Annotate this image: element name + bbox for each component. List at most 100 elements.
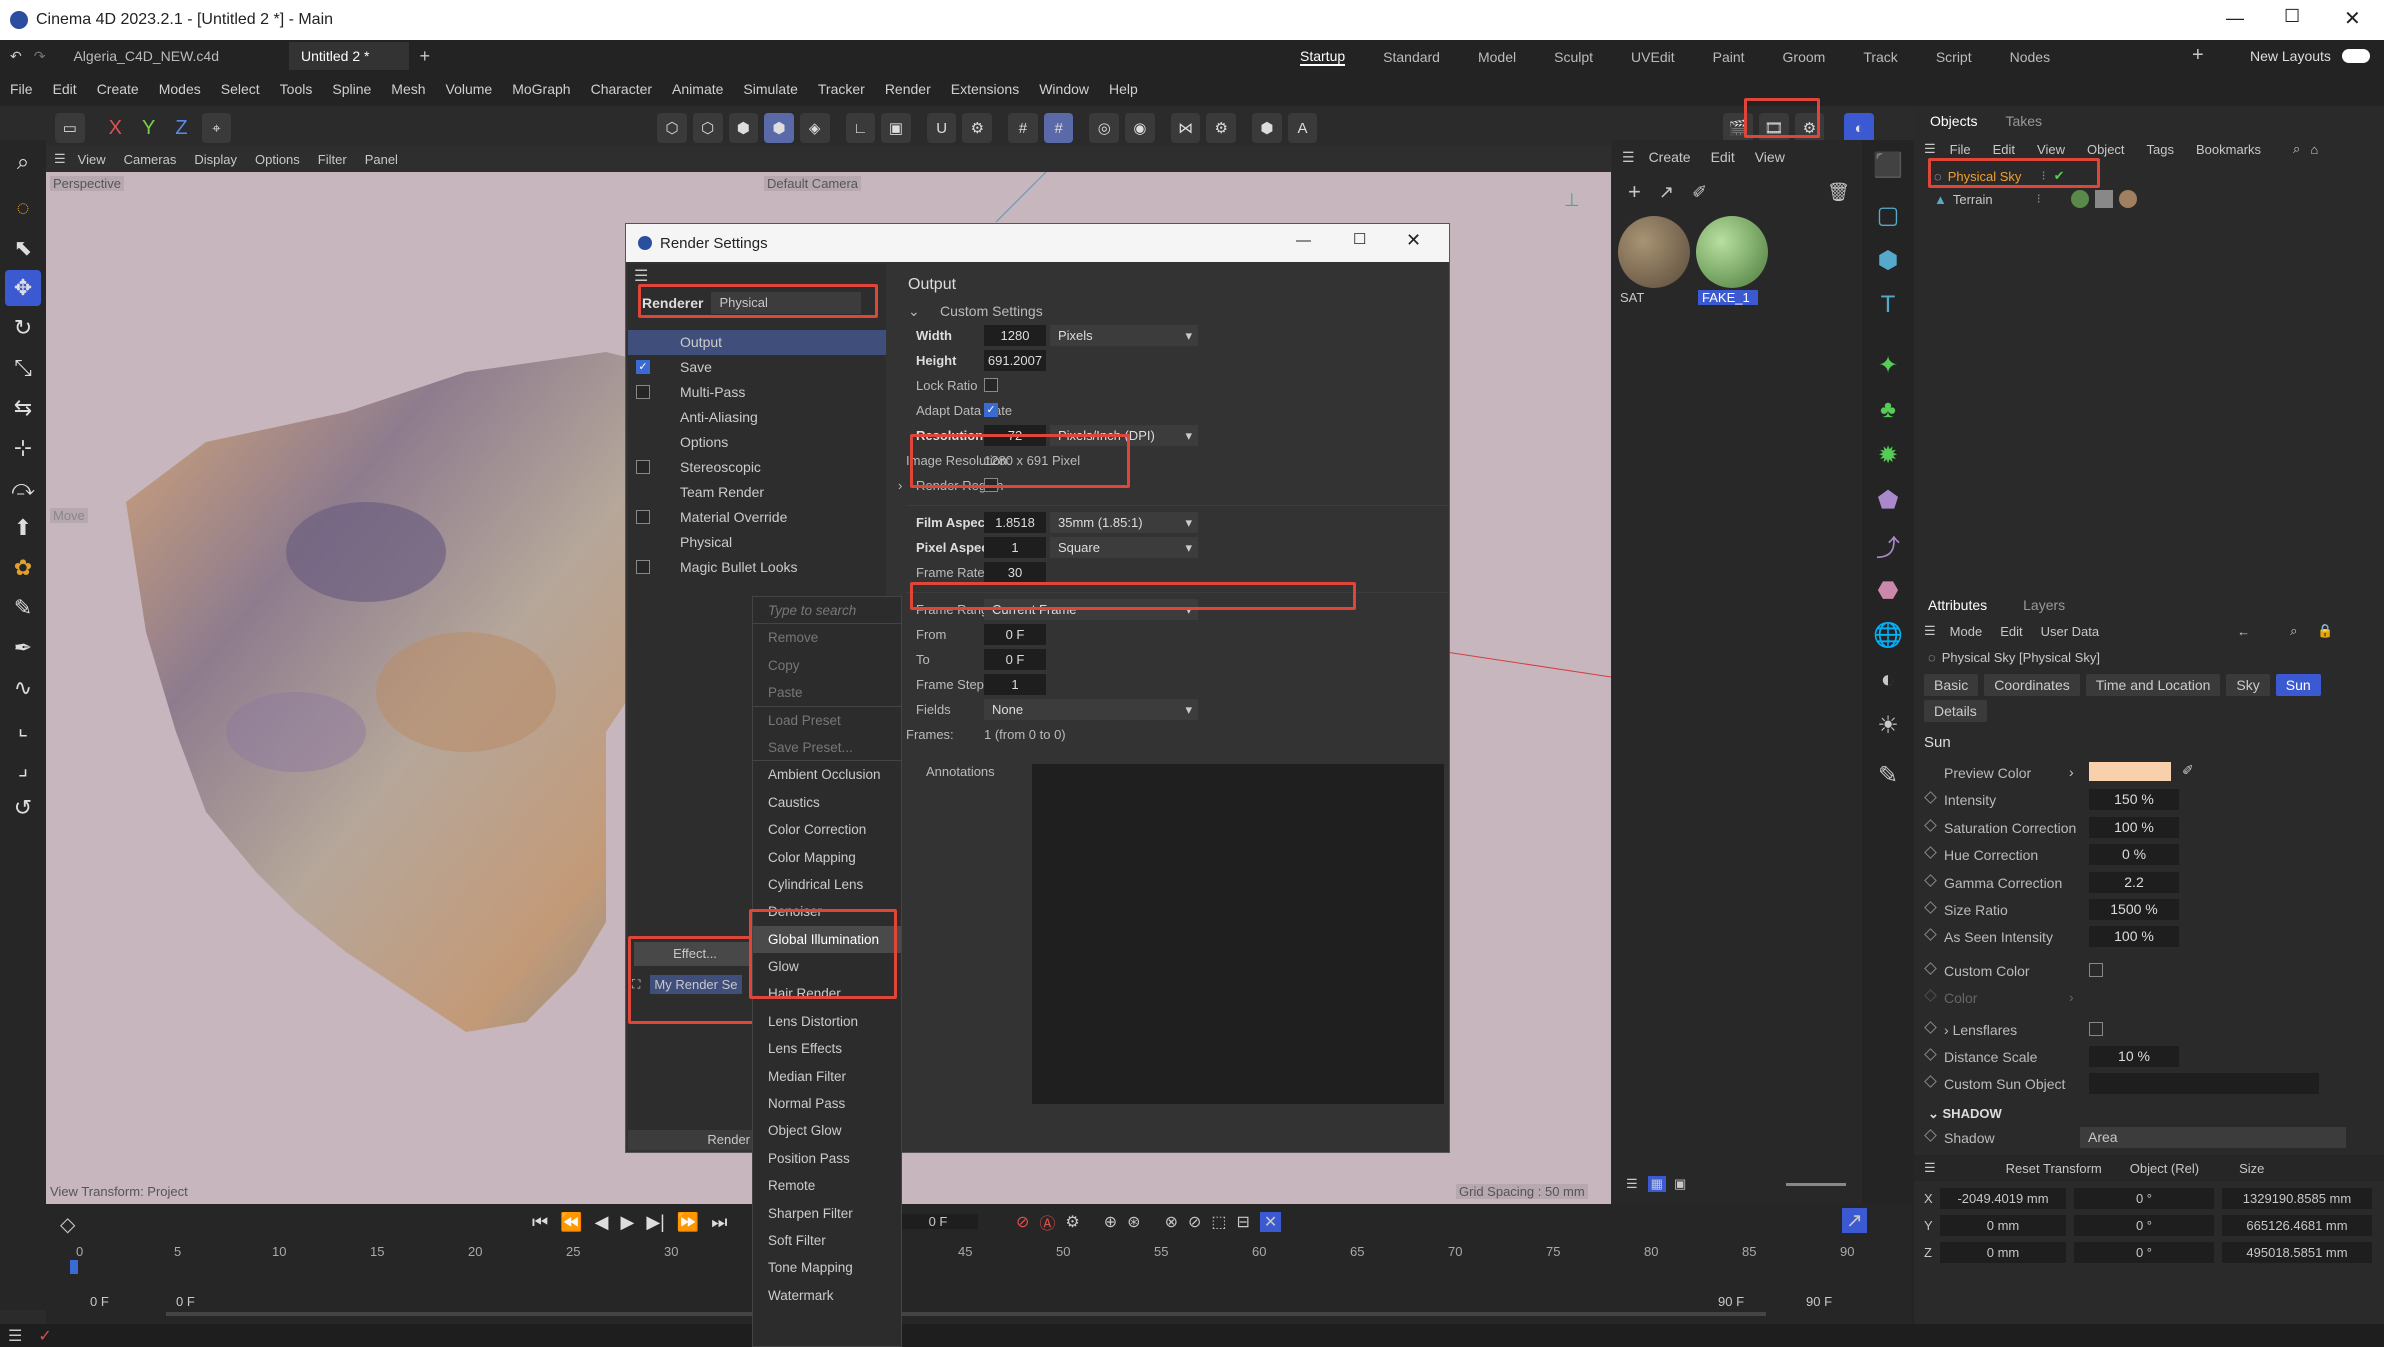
symmetry-settings-icon[interactable]: ⚙ (1206, 113, 1237, 143)
popup-item[interactable]: Tone Mapping (753, 1254, 901, 1281)
add-material-icon[interactable]: + (1628, 179, 1641, 205)
layout-tab[interactable]: Paint (1713, 49, 1745, 65)
settings-item[interactable]: Output (628, 330, 886, 355)
object-menu-item[interactable]: Tags (2147, 142, 2174, 157)
viewport-menu-item[interactable]: Filter (318, 152, 347, 167)
attr-value-field[interactable]: 2.2 (2089, 871, 2179, 893)
viewport-menu-item[interactable]: View (78, 152, 106, 167)
popup-item[interactable]: Save Preset... (753, 734, 901, 762)
object-row-terrain[interactable]: ▲ Terrain ⁝ (1914, 188, 2384, 210)
output-value-field[interactable]: 691.2007 (984, 350, 1046, 371)
output-dropdown[interactable]: Current Frame (984, 599, 1198, 620)
color-picker-icon[interactable]: ✐ (2182, 762, 2194, 779)
popup-item[interactable]: Caustics (753, 789, 901, 816)
coordinate-system-icon[interactable]: ⌖ (201, 113, 232, 143)
popup-item[interactable]: Color Mapping (753, 844, 901, 871)
layout-tab[interactable]: Model (1478, 49, 1516, 65)
lock-icon[interactable]: 🔒 (2317, 623, 2333, 639)
model-mode-icon[interactable]: ▭ (55, 113, 85, 143)
dynamics-icon[interactable]: ⬢ (1252, 113, 1282, 143)
snap-settings-icon[interactable]: ⚙ (962, 113, 993, 143)
output-checkbox[interactable] (984, 478, 998, 492)
sky-icon[interactable]: ☀ (1868, 705, 1908, 745)
cloner-icon[interactable]: ♣ (1868, 390, 1908, 430)
popup-item[interactable]: Sharpen Filter (753, 1200, 901, 1227)
distance-scale-field[interactable]: 10 % (2089, 1045, 2179, 1067)
viewport-solo-icon[interactable]: ◉ (1125, 113, 1155, 143)
axis-x-button[interactable]: X (109, 117, 122, 140)
back-arrow-icon[interactable]: ← (2237, 624, 2250, 639)
keyframe-diamond-icon[interactable] (1924, 1048, 1937, 1061)
play-icon[interactable]: ▶ (620, 1212, 634, 1233)
popup-item[interactable]: Copy (753, 652, 901, 679)
attr-subtab[interactable]: Sun (2275, 674, 2321, 696)
object-menu-item[interactable]: Object (2087, 142, 2125, 157)
menu-item[interactable]: Extensions (951, 81, 1019, 97)
pen-icon[interactable]: ✒ (5, 630, 41, 666)
deformer-icon[interactable]: ✦ (1868, 345, 1908, 385)
menu-item[interactable]: Tools (280, 81, 313, 97)
attr-menu-item[interactable]: Edit (2000, 624, 2022, 639)
menu-item[interactable]: Animate (672, 81, 723, 97)
workplane-tool-icon[interactable]: ⌟ (5, 750, 41, 786)
display-tag-icon[interactable] (2094, 190, 2113, 208)
render-view-icon[interactable]: 🎬 (1723, 113, 1754, 143)
layout-tab[interactable]: Script (1936, 49, 1972, 65)
tweak-mode-icon[interactable]: ▣ (881, 113, 911, 143)
attr-hamburger-icon[interactable]: ☰ (1924, 623, 1936, 639)
reset-transform-button[interactable]: Reset Transform (2006, 1161, 2102, 1176)
shadow-dropdown[interactable]: Area (2080, 1126, 2346, 1148)
enabled-check-icon[interactable]: ✔ (2054, 168, 2065, 184)
snap-tool-icon[interactable]: ⌞ (5, 710, 41, 746)
popup-item[interactable]: Object Glow (753, 1117, 901, 1144)
attr-subtab[interactable]: Sky (2226, 674, 2270, 696)
obj-hamburger-icon[interactable]: ☰ (1924, 141, 1936, 157)
undo-icon[interactable]: ↶ (10, 48, 22, 65)
timeline-ruler[interactable]: 051015202530354045505560657075808590 (46, 1234, 1912, 1260)
rotation-field[interactable]: 0 ° (2074, 1242, 2214, 1264)
menu-item[interactable]: Create (97, 81, 139, 97)
settings-item-checkbox[interactable] (636, 460, 650, 474)
output-value-field[interactable]: 30 (984, 562, 1046, 583)
preview-color-swatch[interactable] (2089, 762, 2171, 781)
menu-item[interactable]: Simulate (743, 81, 797, 97)
viewport-menu-item[interactable]: Cameras (124, 152, 177, 167)
settings-item-checkbox[interactable]: ✓ (636, 360, 650, 374)
attr-subtab[interactable]: Time and Location (2085, 674, 2221, 696)
custom-settings-row[interactable]: ⌄ Custom Settings (896, 298, 1448, 323)
autokey-icon[interactable]: Ⓐ (1039, 1210, 1055, 1234)
asset-icon[interactable]: A (1287, 113, 1318, 143)
minimize-button[interactable]: — (2226, 8, 2244, 29)
extrude-icon[interactable]: ⬆ (5, 510, 41, 546)
add-tab-icon[interactable]: + (419, 46, 430, 67)
object-menu-item[interactable]: Edit (1993, 142, 2015, 157)
output-value-field[interactable]: 72 (984, 425, 1046, 446)
object-row-physical-sky[interactable]: ◌ Physical Sky ⁝ ✔ (1914, 164, 2384, 188)
doc-tab-1[interactable]: Algeria_C4D_NEW.c4d (73, 48, 219, 64)
custom-color-checkbox[interactable] (2089, 962, 2103, 977)
live-selection-icon[interactable]: ◌ (5, 190, 41, 226)
search-icon[interactable]: ⌕ (5, 144, 41, 180)
list-view-icon[interactable]: ☰ (1626, 1176, 1638, 1192)
large-view-icon[interactable]: ▣ (1674, 1176, 1686, 1192)
rotation-field[interactable]: 0 ° (2074, 1215, 2214, 1237)
prev-frame-icon[interactable]: ◀ (595, 1212, 609, 1233)
popup-item[interactable]: Glow (753, 953, 901, 980)
menu-item[interactable]: Tracker (818, 81, 865, 97)
attr-value-field[interactable]: 150 % (2089, 789, 2179, 811)
search-icon[interactable]: ⌕ (2290, 623, 2297, 639)
size-dropdown[interactable]: Size (2239, 1161, 2264, 1176)
settings-item[interactable]: Anti-Aliasing (628, 405, 886, 430)
settings-item[interactable]: Team Render (628, 480, 886, 505)
settings-item[interactable]: ✓ Save (628, 355, 886, 380)
keyframe-diamond-icon[interactable] (1924, 961, 1937, 975)
object-mode-icon[interactable]: ◈ (799, 113, 830, 143)
rotation-field[interactable]: 0 ° (2074, 1188, 2214, 1210)
renderer-dropdown[interactable]: Physical (711, 292, 862, 314)
arrow-icon[interactable]: ↗ (1659, 182, 1674, 203)
points-mode-icon[interactable]: ⬡ (657, 113, 687, 143)
settings-item-checkbox[interactable] (636, 385, 650, 399)
dialog-minimize-button[interactable]: — (1296, 232, 1311, 249)
settings-item-checkbox[interactable] (636, 560, 650, 574)
attr-subtab[interactable]: Details (1924, 700, 1987, 722)
